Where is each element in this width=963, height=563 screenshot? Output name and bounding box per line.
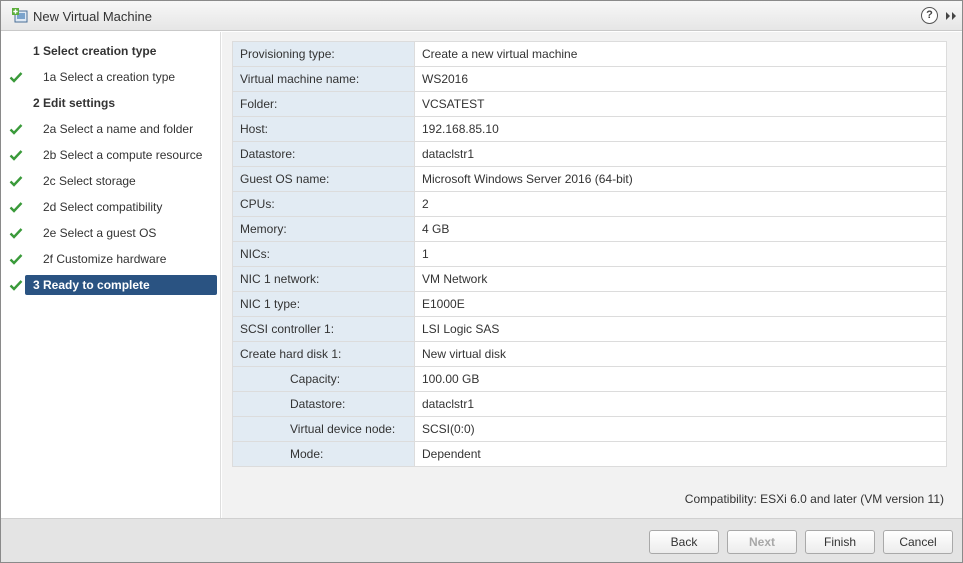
summary-value: dataclstr1: [414, 391, 947, 417]
summary-row: Virtual device node: SCSI(0:0): [232, 416, 947, 442]
summary-row: Datastore: dataclstr1: [232, 141, 947, 167]
summary-row: Virtual machine name: WS2016: [232, 66, 947, 92]
dialog-title: New Virtual Machine: [33, 9, 152, 24]
wizard-step[interactable]: 3 Ready to complete: [1, 275, 221, 295]
wizard-step[interactable]: 2c Select storage: [1, 171, 221, 191]
summary-key: NICs:: [232, 241, 415, 267]
summary-value: 100.00 GB: [414, 366, 947, 392]
summary-key: Capacity:: [232, 366, 415, 392]
summary-key: NIC 1 network:: [232, 266, 415, 292]
summary-value: SCSI(0:0): [414, 416, 947, 442]
wizard-step-label: 2d Select compatibility: [43, 200, 163, 214]
summary-row: Folder: VCSATEST: [232, 91, 947, 117]
summary-value: dataclstr1: [414, 141, 947, 167]
wizard-step-label: 3 Ready to complete: [33, 278, 150, 292]
summary-value: Microsoft Windows Server 2016 (64-bit): [414, 166, 947, 192]
new-vm-dialog: New Virtual Machine ? 1 Select creation …: [0, 0, 963, 563]
summary-key: Virtual device node:: [232, 416, 415, 442]
wizard-step-label: 2 Edit settings: [33, 96, 116, 110]
wizard-step[interactable]: 2e Select a guest OS: [1, 223, 221, 243]
finish-button[interactable]: Finish: [805, 530, 875, 554]
compatibility-text: Compatibility: ESXi 6.0 and later (VM ve…: [684, 492, 944, 506]
checkmark-icon: [9, 124, 23, 135]
summary-value: 4 GB: [414, 216, 947, 242]
wizard-step[interactable]: 1 Select creation type: [1, 41, 221, 61]
summary-value: 192.168.85.10: [414, 116, 947, 142]
wizard-steps: 1 Select creation type 1a Select a creati…: [1, 32, 221, 518]
wizard-step[interactable]: 2d Select compatibility: [1, 197, 221, 217]
wizard-step-label: 1 Select creation type: [33, 44, 157, 58]
title-bar: New Virtual Machine ?: [1, 1, 962, 31]
checkmark-icon: [9, 176, 23, 187]
summary-value: 1: [414, 241, 947, 267]
summary-row: NIC 1 network: VM Network: [232, 266, 947, 292]
summary-key: Memory:: [232, 216, 415, 242]
summary-key: Folder:: [232, 91, 415, 117]
summary-row: SCSI controller 1: LSI Logic SAS: [232, 316, 947, 342]
button-bar: Back Next Finish Cancel: [1, 518, 962, 562]
wizard-step[interactable]: 2a Select a name and folder: [1, 119, 221, 139]
checkmark-icon: [9, 150, 23, 161]
wizard-step-label: 2c Select storage: [43, 174, 136, 188]
summary-value: WS2016: [414, 66, 947, 92]
wizard-step-label: 2f Customize hardware: [43, 252, 167, 266]
wizard-step[interactable]: 2f Customize hardware: [1, 249, 221, 269]
wizard-step[interactable]: 2 Edit settings: [1, 93, 221, 113]
checkmark-icon: [9, 254, 23, 265]
wizard-step[interactable]: 2b Select a compute resource: [1, 145, 221, 165]
summary-key: Guest OS name:: [232, 166, 415, 192]
summary-key: Create hard disk 1:: [232, 341, 415, 367]
summary-key: Datastore:: [232, 141, 415, 167]
summary-key: SCSI controller 1:: [232, 316, 415, 342]
summary-value: 2: [414, 191, 947, 217]
checkmark-icon: [9, 202, 23, 213]
summary-key: CPUs:: [232, 191, 415, 217]
checkmark-icon: [9, 72, 23, 83]
summary-value: VM Network: [414, 266, 947, 292]
summary-row: Guest OS name: Microsoft Windows Server 2…: [232, 166, 947, 192]
wizard-step[interactable]: 1a Select a creation type: [1, 67, 221, 87]
summary-row: Create hard disk 1: New virtual disk: [232, 341, 947, 367]
review-panel: Provisioning type: Create a new virtual m…: [222, 32, 962, 518]
back-button[interactable]: Back: [649, 530, 719, 554]
summary-row: CPUs: 2: [232, 191, 947, 217]
checkmark-icon: [9, 228, 23, 239]
checkmark-icon: [9, 280, 23, 291]
wizard-step-label: 2a Select a name and folder: [43, 122, 194, 136]
summary-value: Dependent: [414, 441, 947, 467]
wizard-step-label: 2e Select a guest OS: [43, 226, 157, 240]
summary-row: Memory: 4 GB: [232, 216, 947, 242]
summary-value: E1000E: [414, 291, 947, 317]
summary-row: Capacity: 100.00 GB: [232, 366, 947, 392]
summary-value: VCSATEST: [414, 91, 947, 117]
summary-value: LSI Logic SAS: [414, 316, 947, 342]
summary-key: Virtual machine name:: [232, 66, 415, 92]
summary-row: Datastore: dataclstr1: [232, 391, 947, 417]
wizard-step-label: 2b Select a compute resource: [43, 148, 203, 162]
summary-row: NIC 1 type: E1000E: [232, 291, 947, 317]
summary-value: Create a new virtual machine: [414, 41, 947, 67]
summary-row: Mode: Dependent: [232, 441, 947, 467]
summary-key: Datastore:: [232, 391, 415, 417]
summary-value: New virtual disk: [414, 341, 947, 367]
summary-key: Provisioning type:: [232, 41, 415, 67]
summary-key: NIC 1 type:: [232, 291, 415, 317]
summary-row: Provisioning type: Create a new virtual m…: [232, 41, 947, 67]
summary-row: NICs: 1: [232, 241, 947, 267]
summary-key: Mode:: [232, 441, 415, 467]
new-vm-icon: [12, 8, 28, 23]
cancel-button[interactable]: Cancel: [883, 530, 953, 554]
summary-key: Host:: [232, 116, 415, 142]
double-chevron-right-icon[interactable]: [944, 9, 958, 23]
summary-row: Host: 192.168.85.10: [232, 116, 947, 142]
summary-table: Provisioning type: Create a new virtual m…: [232, 41, 947, 467]
help-button[interactable]: ?: [921, 7, 938, 24]
wizard-step-label: 1a Select a creation type: [43, 70, 176, 84]
next-button[interactable]: Next: [727, 530, 797, 554]
